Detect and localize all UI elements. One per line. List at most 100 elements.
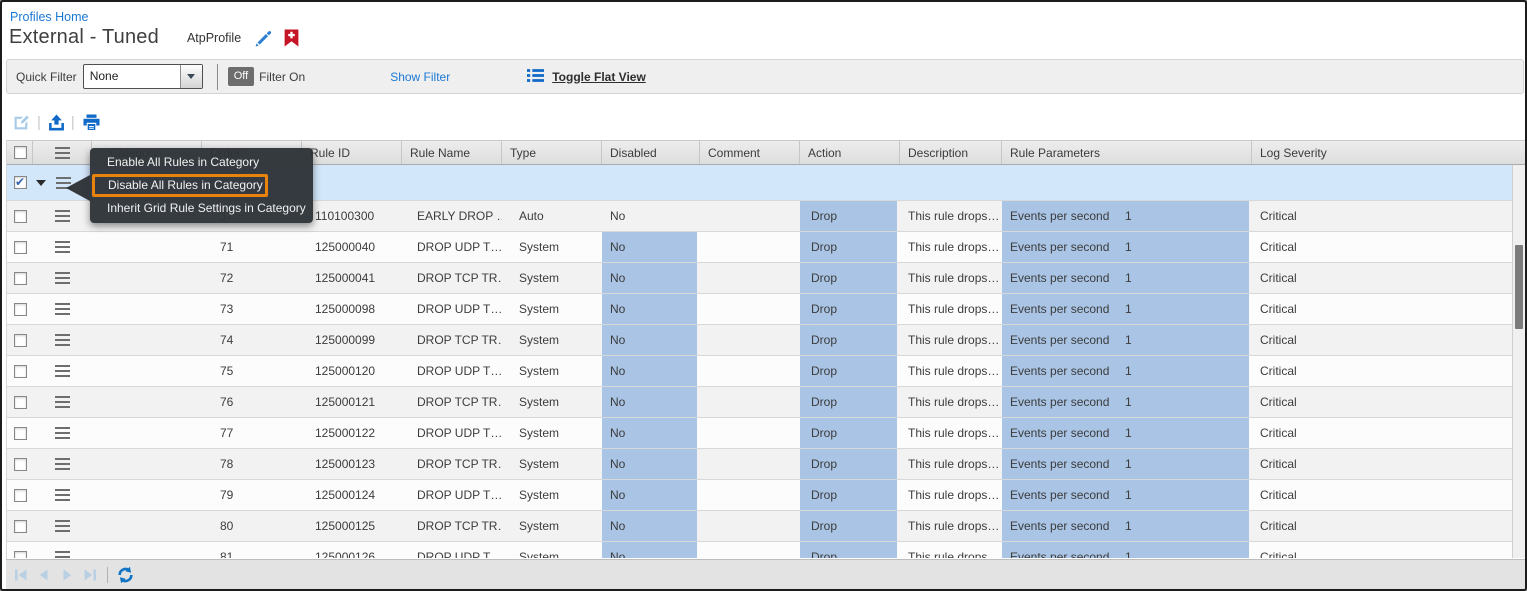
row-menu-icon[interactable] [55, 520, 70, 532]
context-menu-item-enable-all[interactable]: Enable All Rules in Category [90, 151, 313, 174]
action-value-chip[interactable]: Drop [800, 387, 897, 417]
next-page-icon[interactable] [59, 567, 75, 583]
row-checkbox[interactable] [14, 272, 27, 285]
table-row[interactable]: 74 125000099 DROP TCP TR… System No Drop… [7, 325, 1514, 356]
last-page-icon[interactable] [82, 567, 98, 583]
table-row[interactable]: 71 125000040 DROP UDP T… System No Drop … [7, 232, 1514, 263]
col-header-disabled[interactable]: Disabled [602, 141, 700, 164]
show-filter-link[interactable]: Show Filter [390, 70, 450, 84]
breadcrumb-profiles-home[interactable]: Profiles Home [10, 10, 89, 24]
previous-page-icon[interactable] [36, 567, 52, 583]
rule-parameters-chip[interactable]: Events per second 1 [1002, 201, 1249, 231]
rule-parameters-chip[interactable]: Events per second 1 [1002, 263, 1249, 293]
row-menu-icon[interactable] [55, 551, 70, 558]
disabled-value-chip[interactable]: No [602, 542, 697, 558]
row-checkbox[interactable] [14, 551, 27, 559]
disabled-value-chip[interactable]: No [602, 418, 697, 448]
row-menu-icon[interactable] [55, 396, 70, 408]
row-menu-icon[interactable] [55, 427, 70, 439]
rule-parameters-chip[interactable]: Events per second 1 [1002, 232, 1249, 262]
row-checkbox-checked[interactable] [14, 176, 27, 189]
action-value-chip[interactable]: Drop [800, 263, 897, 293]
row-menu-icon[interactable] [55, 241, 70, 253]
row-menu-icon[interactable] [55, 210, 70, 222]
row-checkbox[interactable] [14, 489, 27, 502]
col-header-action[interactable]: Action [800, 141, 900, 164]
table-row[interactable]: 72 125000041 DROP TCP TR… System No Drop… [7, 263, 1514, 294]
action-value-chip[interactable]: Drop [800, 418, 897, 448]
disabled-value-chip[interactable]: No [602, 480, 697, 510]
col-header-rule-parameters[interactable]: Rule Parameters [1002, 141, 1252, 164]
edit-pencil-icon[interactable] [253, 28, 272, 47]
rule-parameters-chip[interactable]: Events per second 1 [1002, 542, 1249, 558]
table-row[interactable]: 75 125000120 DROP UDP T… System No Drop … [7, 356, 1514, 387]
refresh-icon[interactable] [116, 566, 135, 584]
action-value-chip[interactable]: Drop [800, 511, 897, 541]
table-row[interactable]: 80 125000125 DROP TCP TR… System No Drop… [7, 511, 1514, 542]
disabled-value-chip[interactable]: No [602, 232, 697, 262]
rule-parameters-chip[interactable]: Events per second 1 [1002, 418, 1249, 448]
row-menu-icon[interactable] [55, 489, 70, 501]
col-header-description[interactable]: Description [900, 141, 1002, 164]
context-menu-item-inherit-grid[interactable]: Inherit Grid Rule Settings in Category [90, 197, 313, 220]
disabled-value-chip[interactable]: No [602, 511, 697, 541]
select-all-checkbox[interactable] [14, 146, 27, 159]
row-menu-icon[interactable] [55, 334, 70, 346]
row-menu-icon[interactable] [55, 272, 70, 284]
rule-parameters-chip[interactable]: Events per second 1 [1002, 325, 1249, 355]
table-row[interactable]: 81 125000126 DROP UDP T… System No Drop … [7, 542, 1514, 558]
col-header-comment[interactable]: Comment [700, 141, 800, 164]
disabled-value-chip[interactable]: No [602, 263, 697, 293]
vertical-scrollbar[interactable] [1512, 165, 1525, 558]
row-checkbox[interactable] [14, 303, 27, 316]
rule-parameters-chip[interactable]: Events per second 1 [1002, 449, 1249, 479]
disabled-value-chip[interactable]: No [602, 356, 697, 386]
upload-icon[interactable] [48, 114, 65, 131]
filter-toggle-off-badge[interactable]: Off [228, 67, 254, 86]
rule-parameters-chip[interactable]: Events per second 1 [1002, 387, 1249, 417]
action-value-chip[interactable]: Drop [800, 294, 897, 324]
row-menu-icon[interactable] [55, 303, 70, 315]
row-menu-icon[interactable] [55, 365, 70, 377]
context-menu-item-disable-all[interactable]: Disable All Rules in Category [92, 174, 268, 197]
row-checkbox[interactable] [14, 241, 27, 254]
table-row[interactable]: 79 125000124 DROP UDP T… System No Drop … [7, 480, 1514, 511]
rule-parameters-chip[interactable]: Events per second 1 [1002, 511, 1249, 541]
action-value-chip[interactable]: Drop [800, 449, 897, 479]
hamburger-icon[interactable] [55, 147, 70, 159]
bookmark-add-icon[interactable] [284, 29, 299, 47]
disabled-value-chip[interactable]: No [602, 325, 697, 355]
scrollbar-thumb[interactable] [1515, 245, 1523, 329]
table-row[interactable]: 76 125000121 DROP TCP TR… System No Drop… [7, 387, 1514, 418]
disabled-value-chip[interactable]: No [602, 387, 697, 417]
action-value-chip[interactable]: Drop [800, 542, 897, 558]
disabled-value-chip[interactable]: No [602, 294, 697, 324]
first-page-icon[interactable] [13, 567, 29, 583]
quick-filter-select[interactable]: None [83, 64, 203, 89]
row-checkbox[interactable] [14, 210, 27, 223]
col-header-rule-id[interactable]: Rule ID [302, 141, 402, 164]
action-value-chip[interactable]: Drop [800, 232, 897, 262]
row-checkbox[interactable] [14, 365, 27, 378]
toggle-flat-view-button[interactable]: Toggle Flat View [527, 68, 646, 86]
rule-parameters-chip[interactable]: Events per second 1 [1002, 480, 1249, 510]
disabled-value-chip[interactable]: No [602, 449, 697, 479]
row-checkbox[interactable] [14, 396, 27, 409]
col-header-rule-name[interactable]: Rule Name [402, 141, 502, 164]
caret-down-icon[interactable] [36, 180, 46, 186]
action-value-chip[interactable]: Drop [800, 480, 897, 510]
table-row[interactable]: 78 125000123 DROP TCP TR… System No Drop… [7, 449, 1514, 480]
rule-parameters-chip[interactable]: Events per second 1 [1002, 356, 1249, 386]
col-header-type[interactable]: Type [502, 141, 602, 164]
action-value-chip[interactable]: Drop [800, 325, 897, 355]
action-value-chip[interactable]: Drop [800, 201, 897, 231]
table-row[interactable]: 77 125000122 DROP UDP T… System No Drop … [7, 418, 1514, 449]
row-checkbox[interactable] [14, 334, 27, 347]
rule-parameters-chip[interactable]: Events per second 1 [1002, 294, 1249, 324]
row-checkbox[interactable] [14, 427, 27, 440]
row-checkbox[interactable] [14, 458, 27, 471]
table-row[interactable]: 73 125000098 DROP UDP T… System No Drop … [7, 294, 1514, 325]
row-menu-icon[interactable] [55, 458, 70, 470]
print-icon[interactable] [82, 114, 101, 131]
chevron-down-icon[interactable] [180, 65, 202, 88]
